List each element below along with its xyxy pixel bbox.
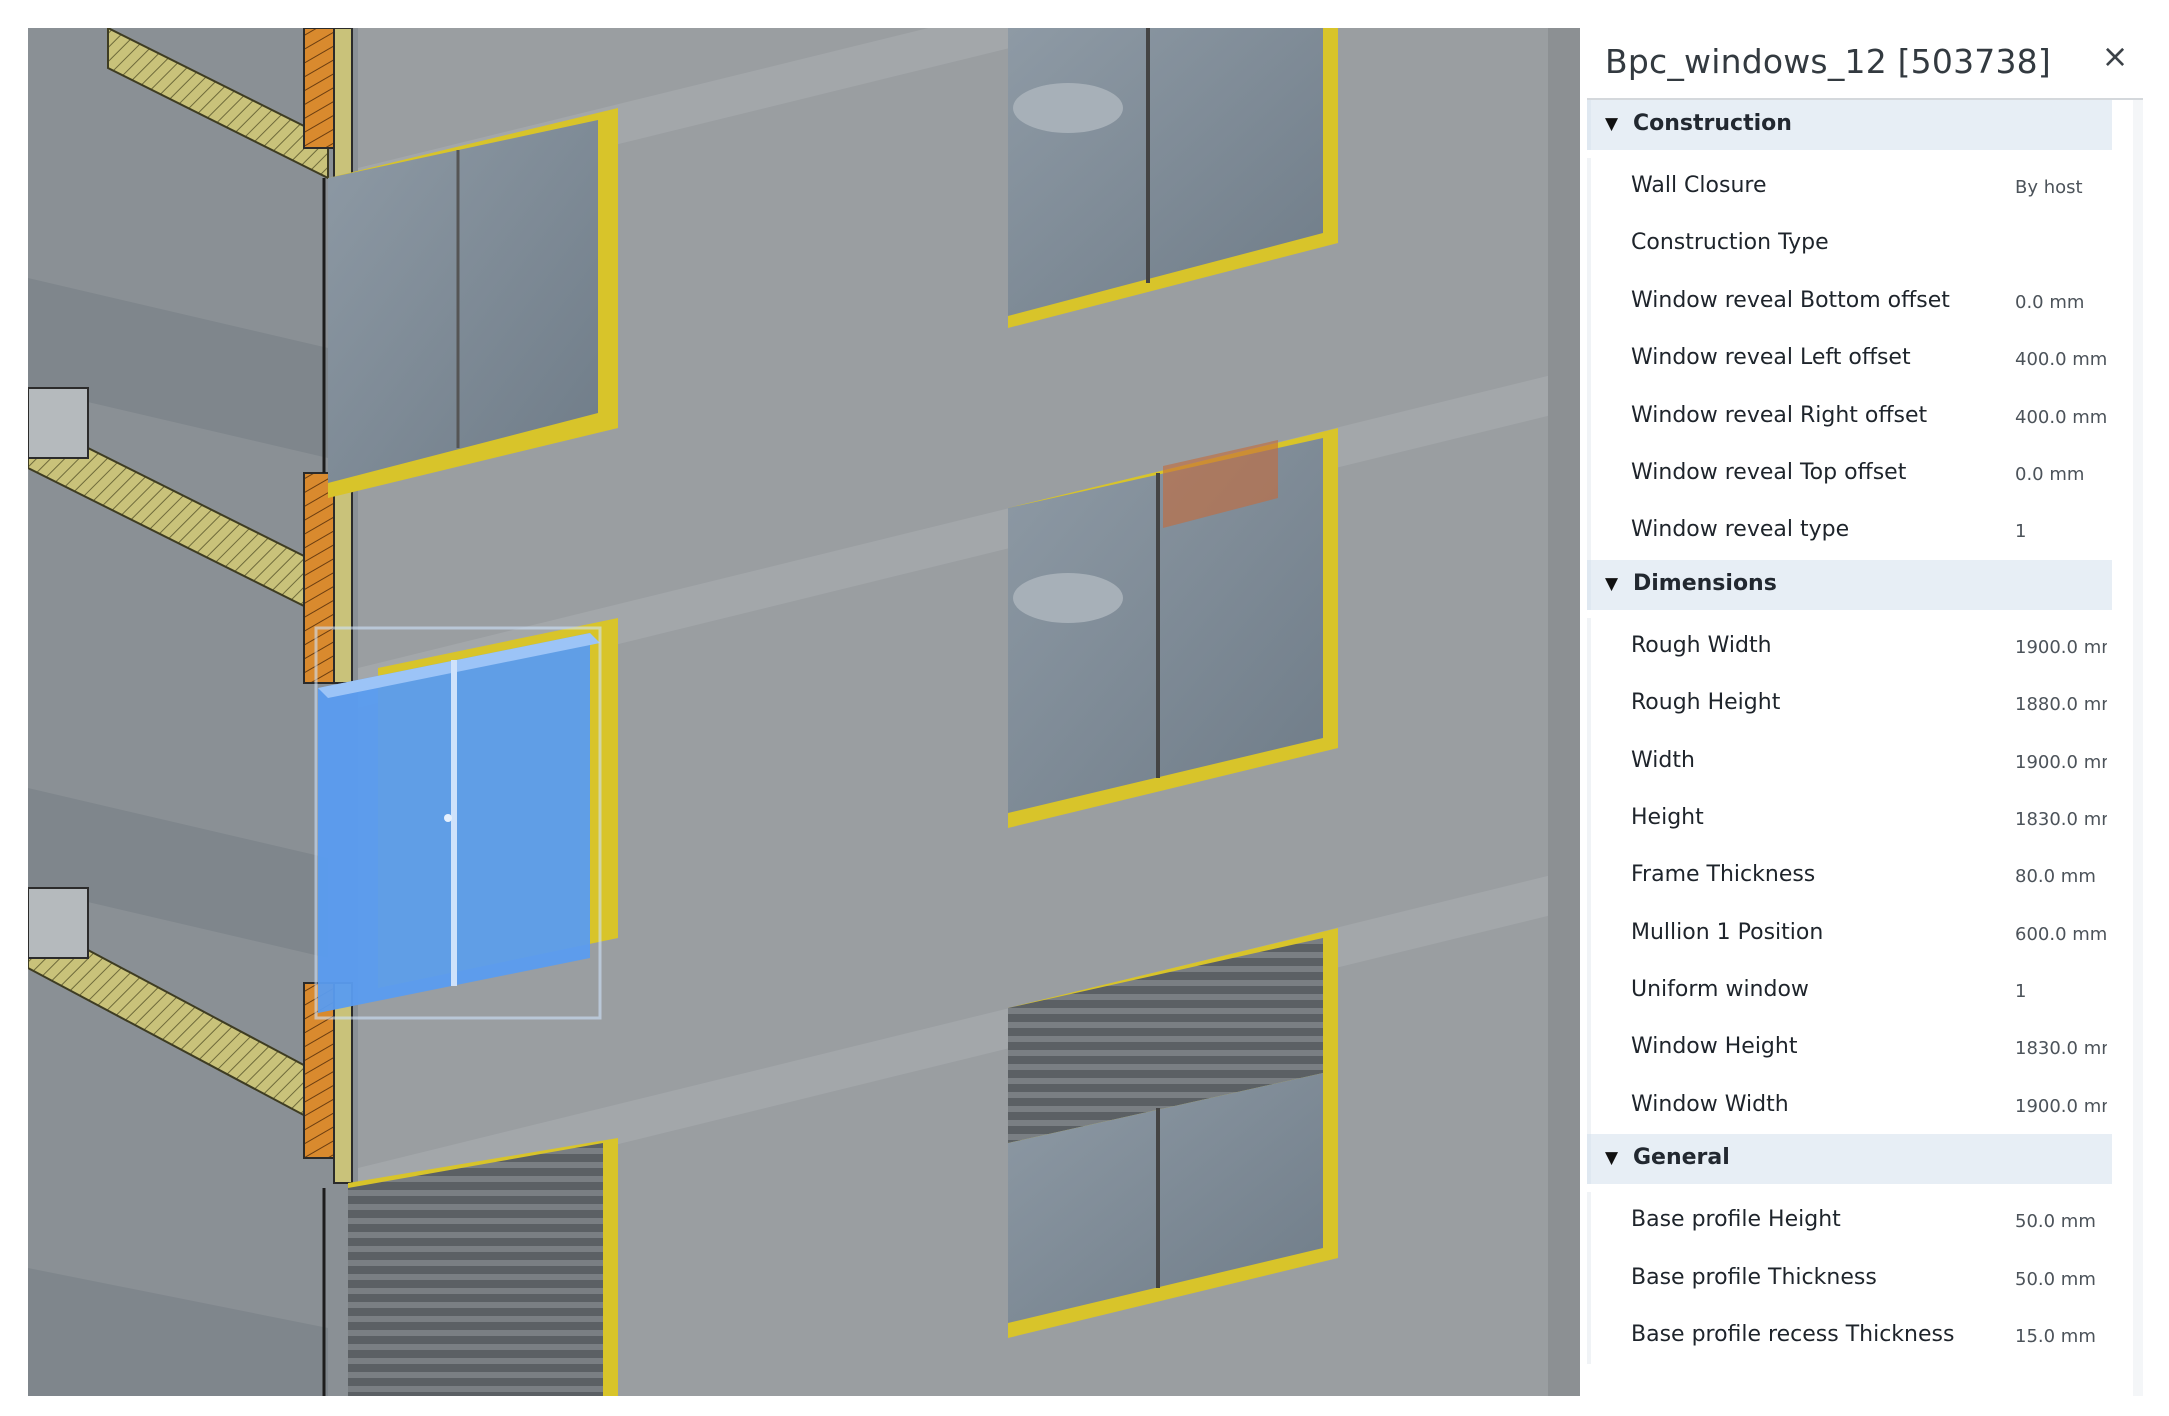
property-name: Width [1631, 747, 1695, 773]
wall-layer [333, 982, 353, 1184]
property-name: Base profile Height [1631, 1207, 1841, 1233]
property-row[interactable]: Window reveal Right offset 400.0 mm [1587, 387, 2132, 445]
property-row[interactable]: Window Height 1830.0 mm [1587, 1019, 2132, 1077]
property-name: Construction Type [1631, 230, 1829, 256]
close-icon[interactable]: × [2097, 38, 2133, 74]
property-value[interactable]: 80.0 mm [2015, 866, 2107, 887]
property-row[interactable]: Rough Height 1880.0 mm [1587, 675, 2132, 733]
3d-viewport[interactable] [28, 28, 1580, 1396]
property-value[interactable]: 50.0 mm [2015, 1269, 2107, 1290]
caret-down-icon[interactable]: ▼ [1605, 1148, 1618, 1168]
property-row[interactable]: Width 1900.0 mm [1587, 732, 2132, 790]
property-value[interactable]: 1830.0 mm [2015, 809, 2107, 830]
property-value[interactable]: 15.0 mm [2015, 1326, 2107, 1347]
property-value[interactable]: 600.0 mm [2015, 924, 2107, 945]
balcony-interior [28, 28, 358, 1396]
section-label: Dimensions [1633, 570, 1777, 596]
property-name: Window Height [1631, 1034, 1798, 1060]
property-name: Window reveal Right offset [1631, 402, 1928, 428]
panel-title: Bpc_windows_12 [503738] [1605, 42, 2051, 81]
selected-window[interactable] [314, 626, 602, 1020]
property-value[interactable]: 0.0 mm [2015, 464, 2107, 485]
building-corner [1548, 28, 1580, 1396]
insulation-section [303, 472, 335, 684]
property-row[interactable]: Base profile Height 50.0 mm [1587, 1192, 2132, 1250]
property-name: Window reveal Left offset [1631, 345, 1911, 371]
scrollbar[interactable] [2133, 100, 2143, 1396]
window-left-bottom[interactable] [348, 1138, 618, 1396]
property-value[interactable]: By host [2015, 177, 2107, 198]
property-value[interactable]: 1900.0 mm [2015, 1096, 2107, 1117]
property-name: Base profile Thickness [1631, 1264, 1877, 1290]
property-row[interactable]: Window reveal type 1 [1587, 502, 2132, 560]
property-value[interactable]: 1830.0 mm [2015, 1038, 2107, 1059]
property-value[interactable]: 1 [2015, 521, 2107, 542]
railing [28, 387, 89, 459]
property-name: Window reveal Top offset [1631, 459, 1907, 485]
wall-layer [333, 472, 353, 684]
property-row[interactable]: Window reveal Top offset 0.0 mm [1587, 444, 2132, 503]
property-name: Rough Height [1631, 690, 1781, 716]
property-row[interactable]: Uniform window 1 [1587, 962, 2132, 1020]
property-value[interactable]: 1880.0 mm [2015, 694, 2107, 715]
property-name: Frame Thickness [1631, 862, 1816, 888]
property-name: Base profile recess Thickness [1631, 1322, 1955, 1348]
property-name: Rough Width [1631, 632, 1772, 658]
caret-down-icon[interactable]: ▼ [1605, 574, 1618, 594]
property-value[interactable]: 0.0 mm [2015, 292, 2107, 313]
property-name: Mullion 1 Position [1631, 919, 1824, 945]
property-row[interactable]: Rough Width 1900.0 mm [1587, 617, 2132, 676]
property-value[interactable]: 400.0 mm [2015, 407, 2107, 428]
property-value[interactable]: 1900.0 mm [2015, 637, 2107, 658]
property-name: Uniform window [1631, 977, 1809, 1003]
property-name: Window reveal Bottom offset [1631, 287, 1950, 313]
property-row[interactable]: Construction Type [1587, 215, 2132, 273]
property-row[interactable]: Wall Closure By host [1587, 158, 2132, 216]
properties-list[interactable]: ▼ Construction Wall Closure By host Construc… [1587, 100, 2132, 1396]
property-row[interactable]: Base profile Thickness 50.0 mm [1587, 1249, 2132, 1308]
section-label: Construction [1633, 111, 1792, 136]
property-row[interactable]: Base profile recess Thickness 15.0 mm [1587, 1307, 2132, 1365]
railing [28, 887, 89, 959]
property-row[interactable]: Window reveal Left offset 400.0 mm [1587, 330, 2132, 388]
property-name: Height [1631, 804, 1704, 830]
property-row[interactable]: Height 1830.0 mm [1587, 789, 2132, 848]
property-value[interactable]: 400.0 mm [2015, 349, 2107, 370]
property-row[interactable]: Window reveal Bottom offset 0.0 mm [1587, 272, 2132, 331]
insulation-section [303, 28, 335, 149]
property-value[interactable]: 1900.0 mm [2015, 752, 2107, 773]
section-header-dimensions[interactable]: ▼ Dimensions [1587, 559, 2112, 610]
section-label: General [1633, 1145, 1730, 1171]
property-value[interactable]: 50.0 mm [2015, 1211, 2107, 1232]
caret-down-icon[interactable]: ▼ [1605, 114, 1618, 134]
property-name: Window reveal type [1631, 517, 1850, 543]
property-value[interactable]: 1 [2015, 981, 2107, 1002]
property-row[interactable]: Window Width 1900.0 mm [1587, 1076, 2132, 1135]
panel-header: Bpc_windows_12 [503738] × [1587, 28, 2143, 100]
building-model[interactable] [28, 28, 1580, 1396]
property-row[interactable]: Frame Thickness 80.0 mm [1587, 847, 2132, 905]
section-header-construction[interactable]: ▼ Construction [1587, 100, 2112, 150]
property-row[interactable]: Mullion 1 Position 600.0 mm [1587, 904, 2132, 963]
property-name: Window Width [1631, 1091, 1789, 1117]
wall-layer [333, 28, 353, 179]
property-name: Wall Closure [1631, 173, 1767, 198]
section-header-general[interactable]: ▼ General [1587, 1134, 2112, 1185]
properties-panel: Bpc_windows_12 [503738] × ▼ Construction W… [1587, 28, 2143, 1396]
